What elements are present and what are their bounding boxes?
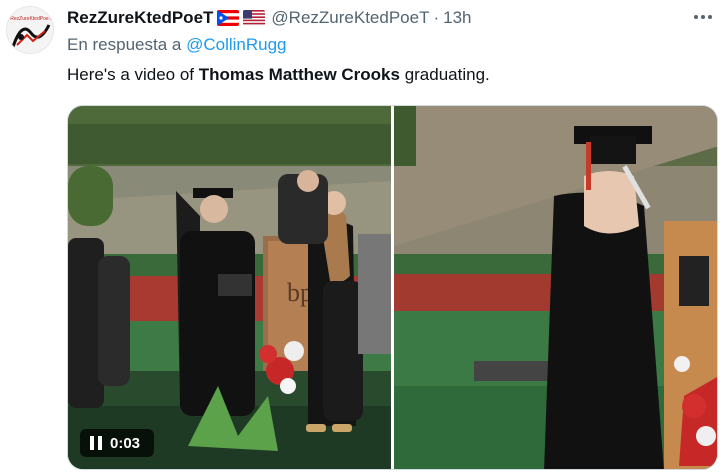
more-dots-icon	[694, 15, 712, 19]
tweet-header: RezZureKtedPoeT @RezZureKtedPoeT · 13h	[67, 6, 472, 30]
pause-icon[interactable]	[90, 436, 102, 450]
user-handle[interactable]: @RezZureKtedPoeT	[271, 8, 429, 28]
tweet-text: Here's a video of Thomas Matthew Crooks …	[67, 65, 490, 85]
reply-prefix: En respuesta a	[67, 35, 182, 54]
video-frame-left: bp	[68, 106, 391, 469]
us-flag-icon	[243, 10, 266, 26]
video-player[interactable]: bp	[67, 105, 718, 470]
reply-mention-link[interactable]: @CollinRugg	[186, 35, 286, 54]
reply-context: En respuesta a @CollinRugg	[67, 35, 287, 55]
display-name[interactable]: RezZureKtedPoeT	[67, 8, 213, 28]
video-frame-right	[394, 106, 717, 469]
tweet-text-bold: Thomas Matthew Crooks	[198, 65, 400, 84]
tweet-text-after: graduating.	[399, 65, 490, 84]
svg-text:RezZureKtedPoeT: RezZureKtedPoeT	[10, 16, 51, 22]
puerto-rico-flag-icon	[217, 10, 240, 26]
timestamp[interactable]: 13h	[443, 8, 471, 28]
time-separator: ·	[433, 8, 440, 27]
video-duration: 0:03	[110, 434, 141, 452]
more-options-button[interactable]	[690, 6, 716, 28]
video-playback-badge[interactable]: 0:03	[80, 429, 154, 457]
avatar[interactable]: RezZureKtedPoeT	[6, 6, 54, 54]
tweet-text-before: Here's a video of	[67, 65, 199, 84]
